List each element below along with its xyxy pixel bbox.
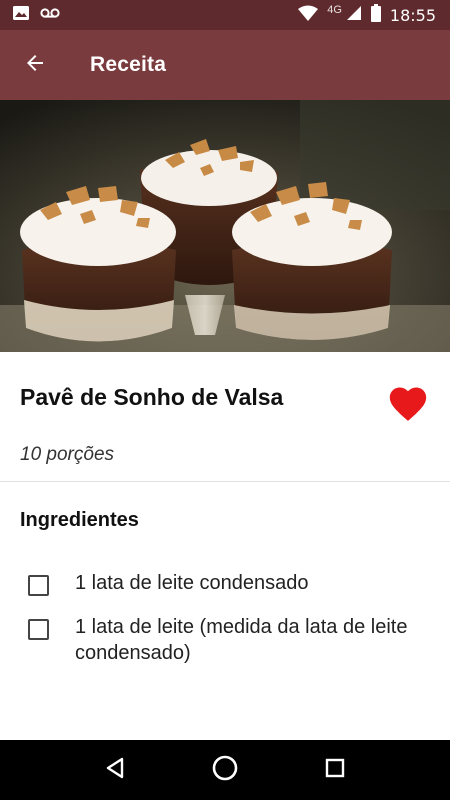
network-type-label: 4G (327, 4, 342, 16)
app-bar: Receita (0, 30, 450, 100)
recipe-title: Pavê de Sonho de Valsa (20, 384, 284, 410)
ingredient-checkbox[interactable] (28, 575, 49, 596)
heart-icon (386, 387, 430, 426)
ingredient-text: 1 lata de leite condensado (75, 572, 309, 594)
ingredients-heading: Ingredientes (20, 509, 139, 531)
home-circle-icon (211, 754, 239, 787)
status-bar: 4G 18:55 (0, 0, 450, 30)
status-time: 18:55 (389, 5, 436, 25)
app-bar-title: Receita (90, 53, 167, 76)
ingredient-text: 1 lata de leite (medida da lata de leite… (75, 616, 408, 664)
back-triangle-icon (104, 756, 126, 785)
image-notification-icon (12, 5, 30, 26)
back-button[interactable] (0, 30, 70, 100)
arrow-left-icon (23, 51, 47, 80)
voicemail-icon (40, 6, 60, 24)
nav-back-button[interactable] (95, 750, 135, 790)
wifi-icon (297, 5, 319, 26)
favorite-button[interactable] (386, 382, 430, 424)
ingredient-item[interactable]: 1 lata de leite (medida da lata de leite… (28, 614, 428, 666)
ingredient-item[interactable]: 1 lata de leite condensado (28, 570, 428, 596)
status-left (12, 5, 60, 26)
portions-label: 10 porções (20, 444, 115, 465)
signal-icon (346, 5, 362, 26)
system-navigation-bar (0, 740, 450, 800)
battery-icon (370, 3, 382, 27)
recents-square-icon (324, 757, 346, 784)
recipe-header: Pavê de Sonho de Valsa 10 porções (0, 352, 450, 482)
status-right: 4G 18:55 (297, 3, 436, 27)
nav-home-button[interactable] (205, 750, 245, 790)
nav-recents-button[interactable] (315, 750, 355, 790)
ingredient-checkbox[interactable] (28, 619, 49, 640)
recipe-photo (0, 100, 450, 352)
